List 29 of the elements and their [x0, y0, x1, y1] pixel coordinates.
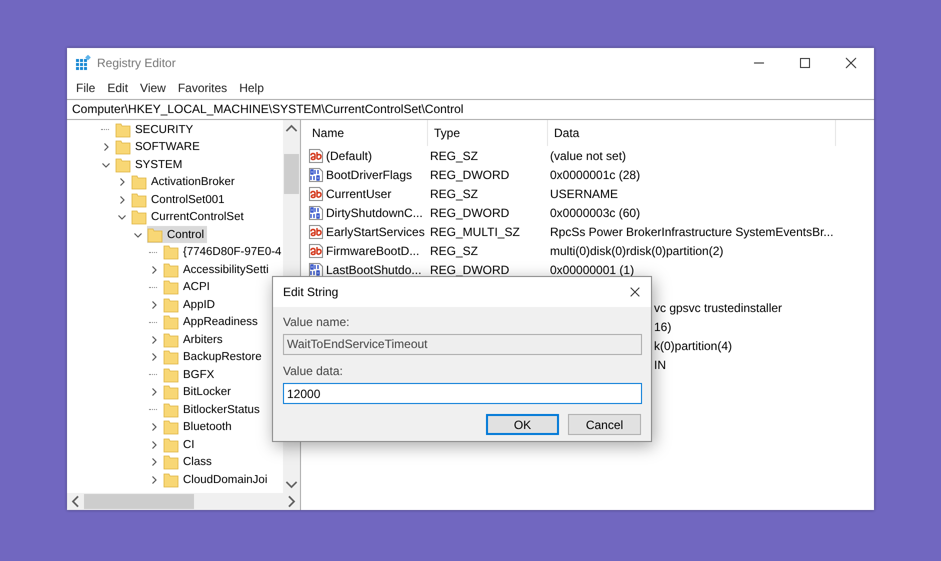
- value-data: (value not set): [550, 148, 626, 162]
- value-type: REG_DWORD: [430, 168, 510, 182]
- value-data: RpcSs Power BrokerInfrastructure SystemEventsBr...: [550, 224, 834, 238]
- value-data: 16): [654, 320, 672, 334]
- value-type: REG_SZ: [430, 186, 478, 200]
- value-type: REG_SZ: [430, 244, 478, 258]
- value-data: 0x00000001 (1): [550, 262, 634, 276]
- value-name: (Default): [326, 148, 372, 162]
- value-data: k(0)partition(4): [654, 338, 732, 352]
- field-label: Value data:: [283, 364, 343, 378]
- value-name: BootDriverFlags: [326, 168, 412, 182]
- window-title: Registry Editor: [97, 56, 176, 70]
- value-type: REG_DWORD: [430, 206, 510, 220]
- value-name: CurrentUser: [326, 186, 392, 200]
- value-data: multi(0)disk(0)rdisk(0)partition(2): [550, 244, 724, 258]
- value-name: LastBootShutdo...: [326, 262, 422, 276]
- dialog-title: Edit String: [283, 285, 338, 299]
- value-data: 0x0000001c (28): [550, 168, 640, 182]
- value-data: IN: [654, 358, 666, 372]
- value-type: REG_MULTI_SZ: [430, 224, 520, 238]
- value-type: REG_SZ: [430, 148, 478, 162]
- value-name: FirmwareBootD...: [326, 244, 420, 258]
- value-name: DirtyShutdownC...: [326, 206, 423, 220]
- value-name: EarlyStartServices: [326, 224, 425, 238]
- field-label: Value name:: [283, 315, 350, 329]
- value-data: USERNAME: [550, 186, 618, 200]
- value-type: REG_DWORD: [430, 262, 510, 276]
- value-data: vc gpsvc trustedinstaller: [654, 300, 782, 314]
- value-data: 0x0000003c (60): [550, 206, 640, 220]
